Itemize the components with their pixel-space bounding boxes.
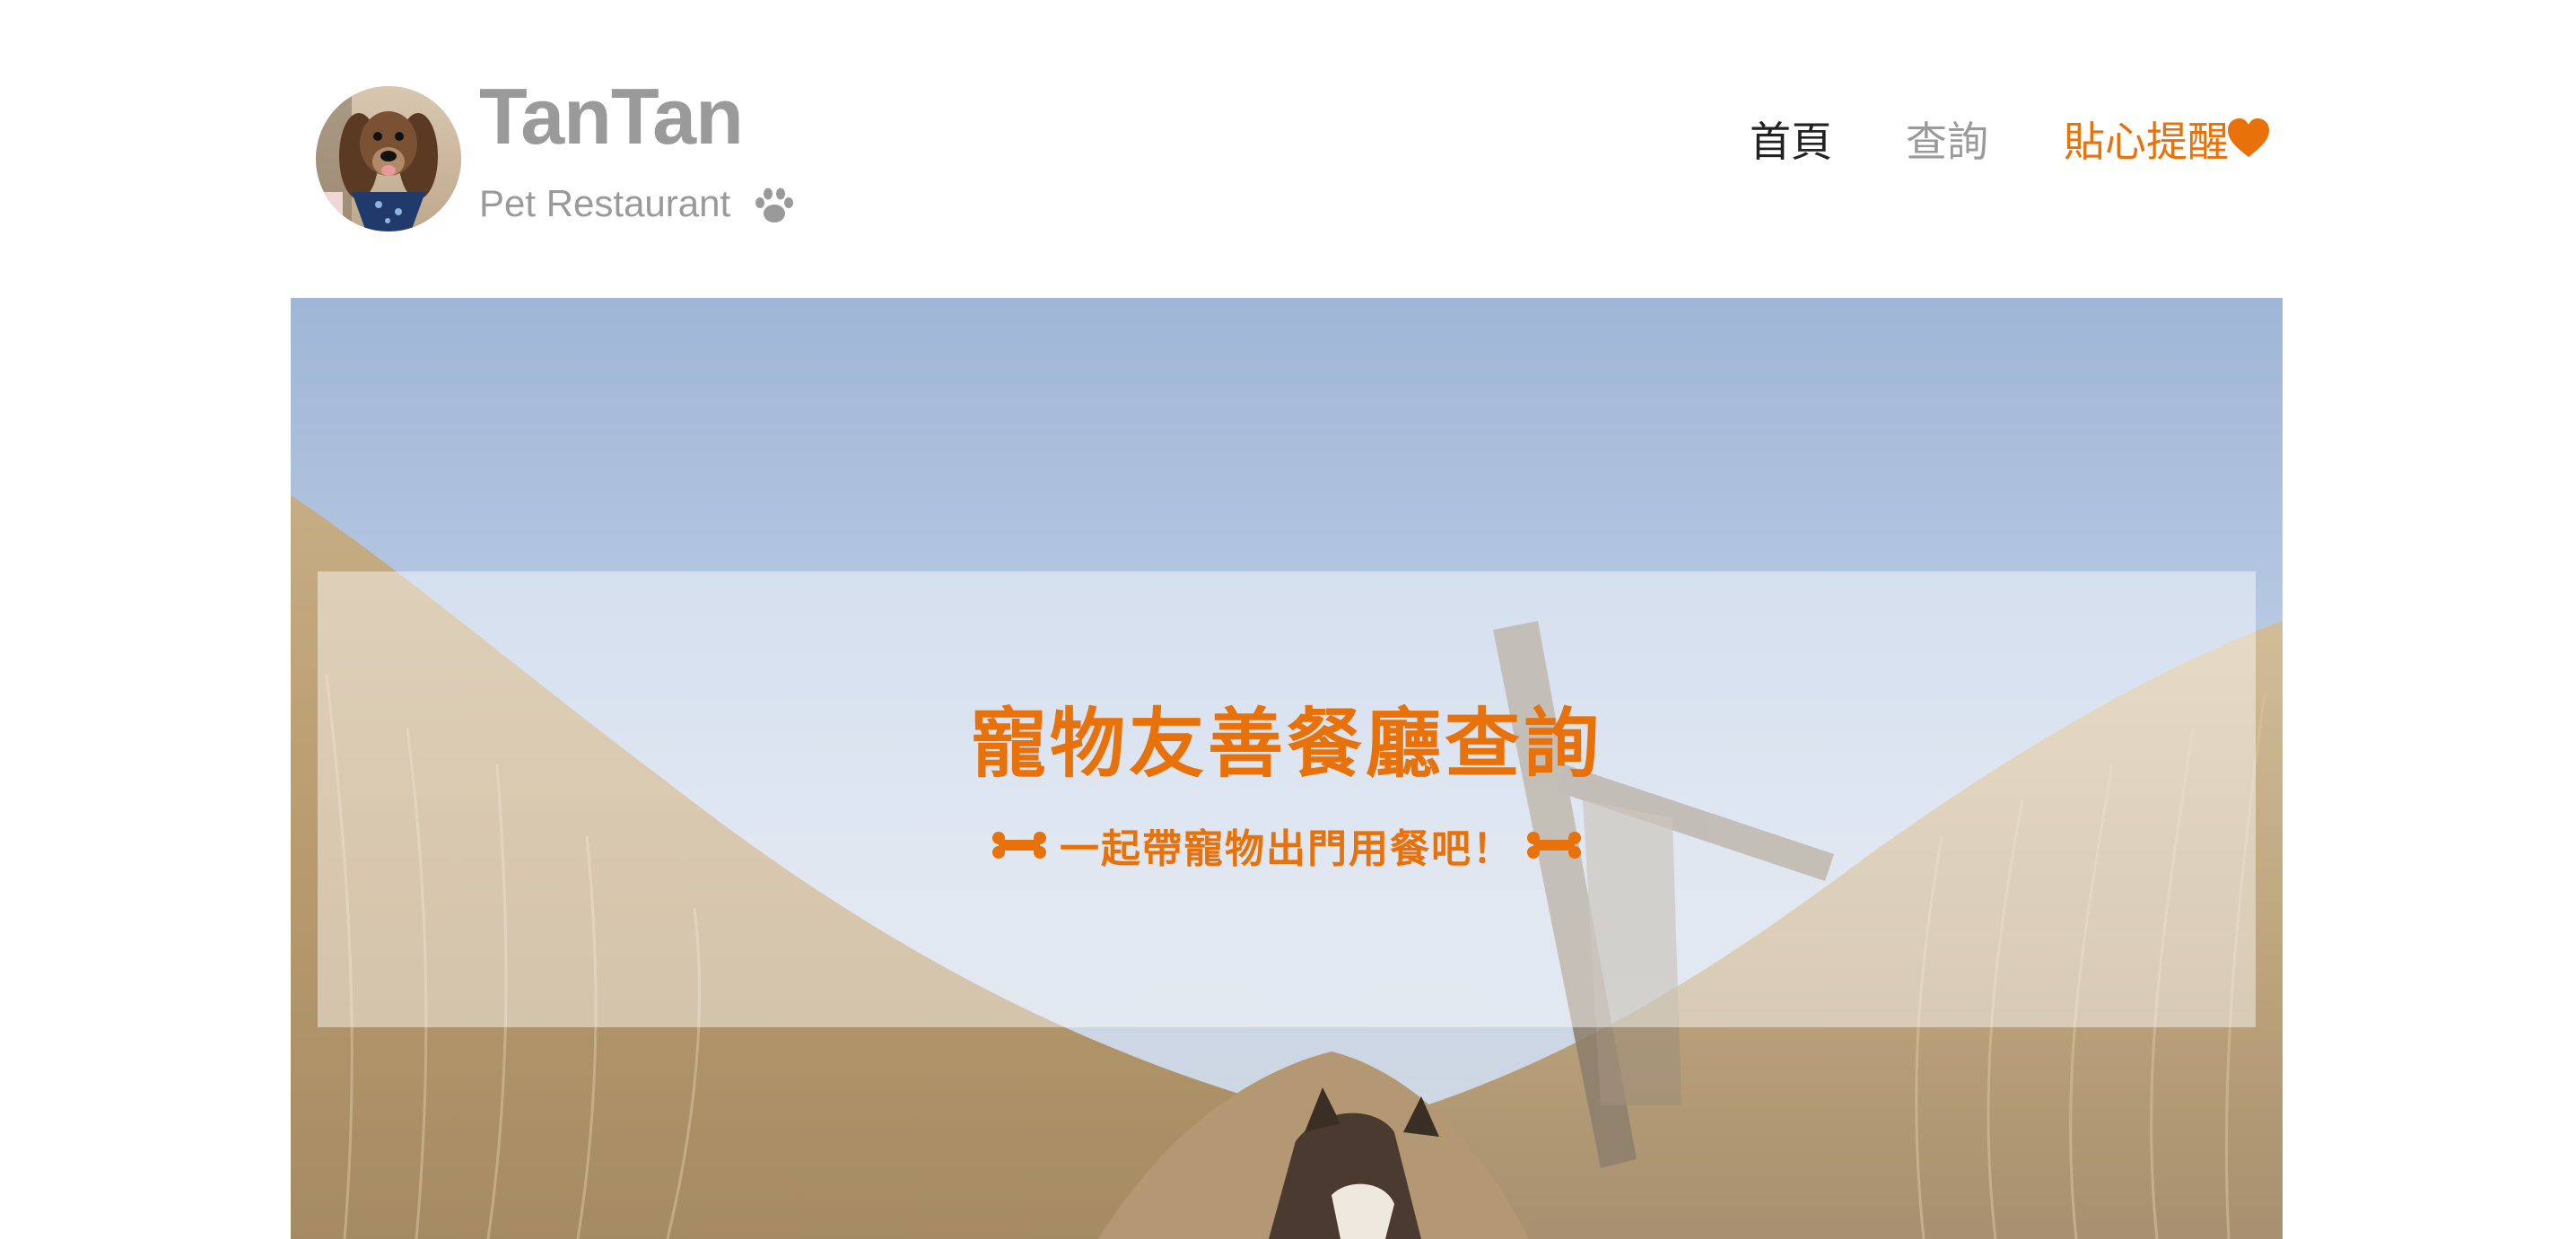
dog-avatar[interactable] [316, 86, 461, 231]
page: TanTan Pet Restaurant 首頁 查詢 貼心提醒 寵物友善餐廳查… [0, 0, 2576, 1239]
site-header: TanTan Pet Restaurant 首頁 查詢 貼心提醒 [0, 0, 2576, 296]
paw-icon [755, 188, 793, 222]
nav-home[interactable]: 首頁 [1750, 115, 1832, 169]
hero-subtitle-row: 一起帶寵物出門用餐吧！ [291, 818, 2283, 872]
bone-icon [992, 832, 1046, 859]
hero-subtitle: 一起帶寵物出門用餐吧！ [1060, 826, 1514, 872]
hero-banner: 寵物友善餐廳查詢 一起帶寵物出門用餐吧！ [291, 298, 2283, 1239]
hero-title: 寵物友善餐廳查詢 [970, 700, 1602, 788]
dog-avatar-icon [316, 86, 461, 231]
brand-title[interactable]: TanTan [479, 77, 744, 156]
bone-icon [1527, 832, 1581, 859]
brand-subtitle: Pet Restaurant [479, 182, 731, 224]
nav-tips[interactable]: 貼心提醒 [2064, 115, 2229, 169]
nav-search[interactable]: 查詢 [1906, 115, 1988, 169]
heart-icon [2228, 118, 2269, 157]
hero-overlay [318, 572, 2256, 1027]
